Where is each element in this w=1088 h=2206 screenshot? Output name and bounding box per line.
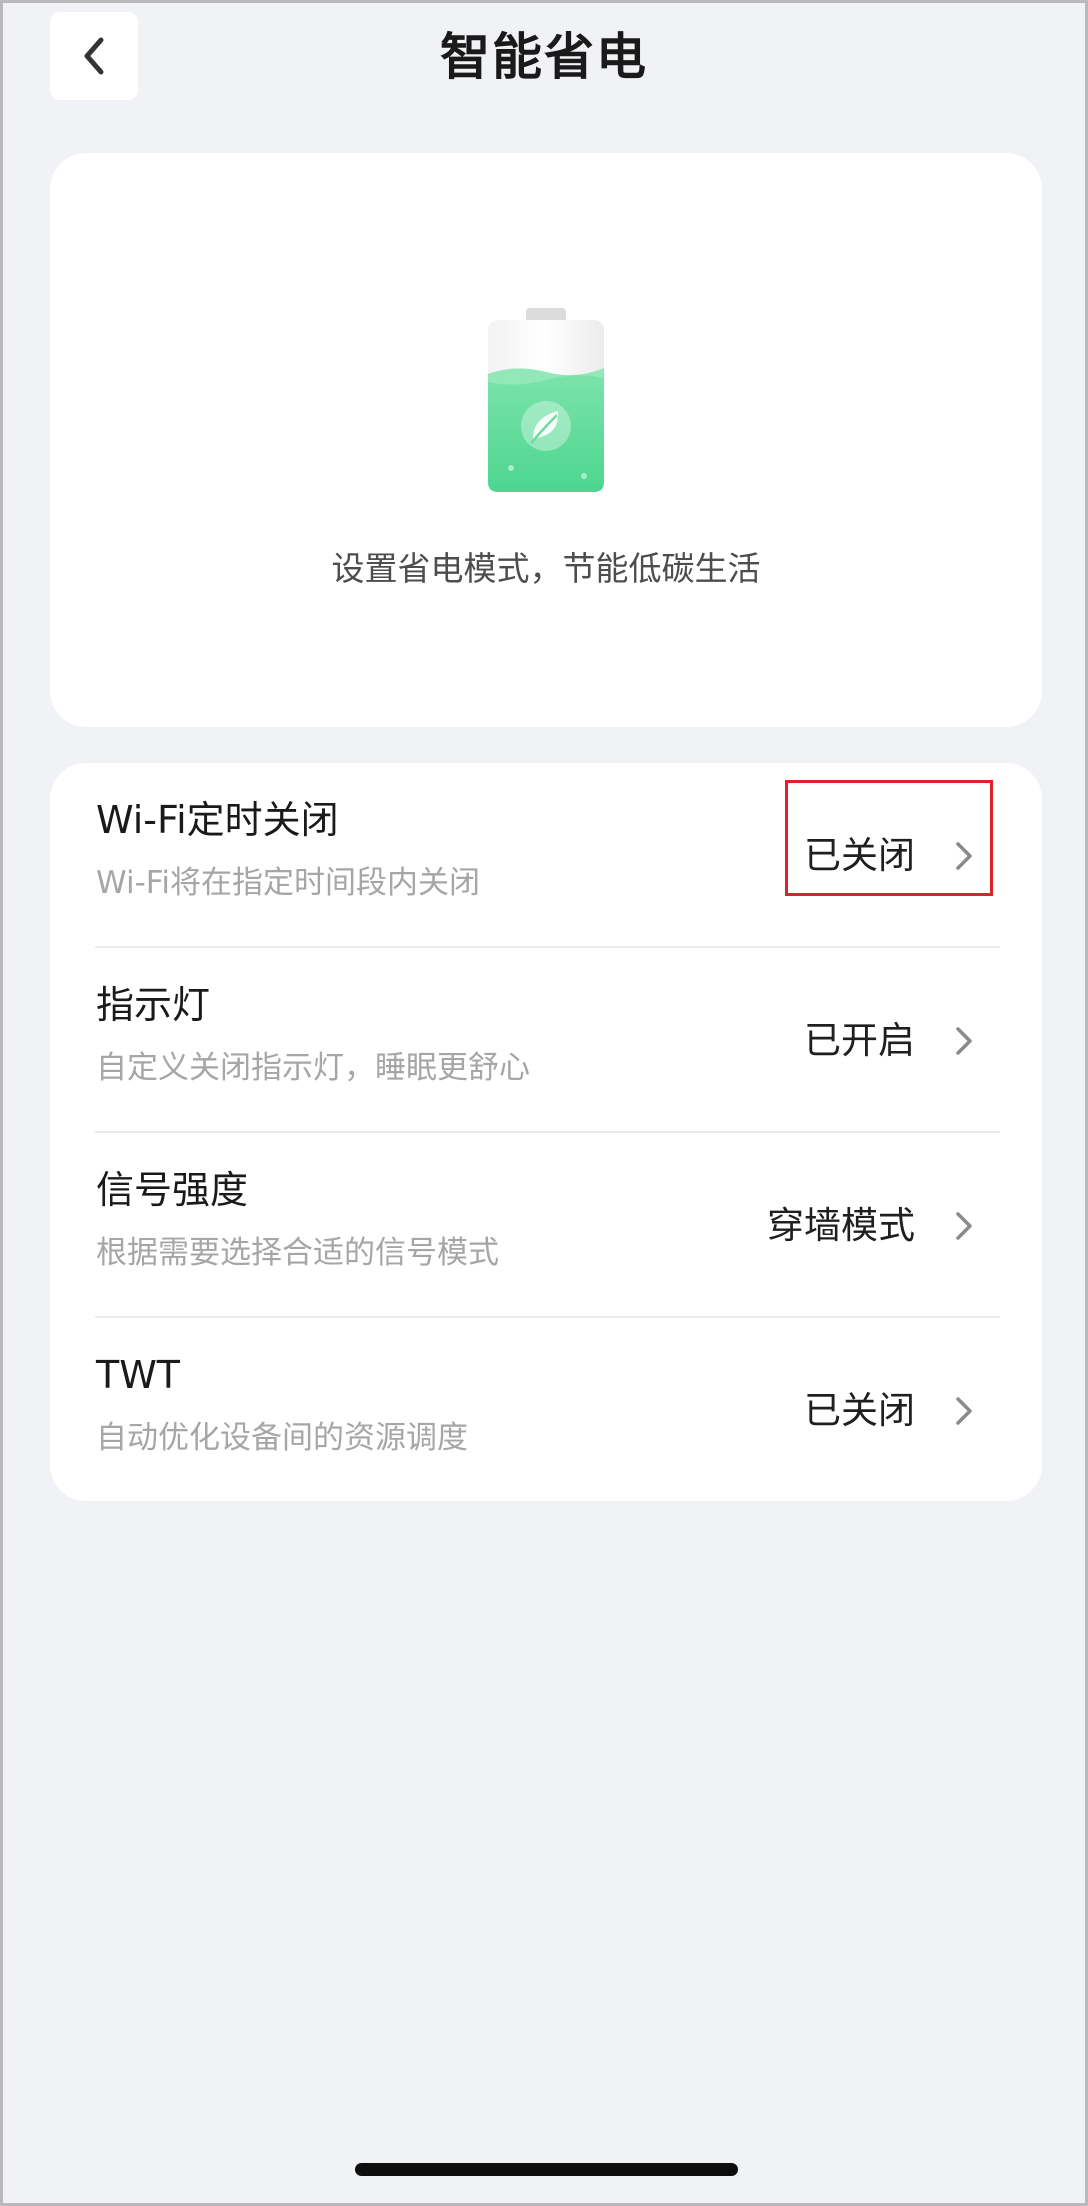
screen: 智能省电 设置省电模式，节能低碳生活 Wi-Fi定时关闭 Wi-Fi将在指定时间… xyxy=(0,0,1088,2206)
setting-row-signal-strength[interactable]: 信号强度 根据需要选择合适的信号模式 穿墙模式 xyxy=(50,1133,1042,1318)
setting-title: 信号强度 xyxy=(96,1168,249,1212)
highlight-box xyxy=(785,780,993,896)
setting-description: Wi-Fi将在指定时间段内关闭 xyxy=(96,865,480,901)
settings-card: Wi-Fi定时关闭 Wi-Fi将在指定时间段内关闭 已关闭 指示灯 自定义关闭指… xyxy=(50,763,1042,1501)
setting-value: 穿墙模式 xyxy=(767,1204,915,1247)
home-indicator[interactable] xyxy=(355,2163,738,2176)
chevron-right-icon xyxy=(956,1397,972,1425)
setting-description: 根据需要选择合适的信号模式 xyxy=(96,1235,499,1271)
setting-row-twt[interactable]: TWT 自动优化设备间的资源调度 已关闭 xyxy=(50,1318,1042,1503)
setting-row-wifi-schedule[interactable]: Wi-Fi定时关闭 Wi-Fi将在指定时间段内关闭 已关闭 xyxy=(50,763,1042,948)
setting-row-indicator-light[interactable]: 指示灯 自定义关闭指示灯，睡眠更舒心 已开启 xyxy=(50,948,1042,1133)
page-title: 智能省电 xyxy=(440,28,648,86)
hero-description: 设置省电模式，节能低碳生活 xyxy=(331,549,761,588)
setting-description: 自定义关闭指示灯，睡眠更舒心 xyxy=(96,1050,530,1086)
setting-value: 已开启 xyxy=(804,1019,915,1062)
setting-title: TWT xyxy=(96,1353,180,1397)
battery-leaf-icon xyxy=(488,308,604,492)
setting-title: Wi-Fi定时关闭 xyxy=(96,798,339,842)
setting-value: 已关闭 xyxy=(804,1389,915,1432)
setting-description: 自动优化设备间的资源调度 xyxy=(96,1420,468,1456)
setting-title: 指示灯 xyxy=(96,983,211,1027)
chevron-right-icon xyxy=(956,1027,972,1055)
hero-card: 设置省电模式，节能低碳生活 xyxy=(50,153,1042,727)
chevron-right-icon xyxy=(956,1212,972,1240)
